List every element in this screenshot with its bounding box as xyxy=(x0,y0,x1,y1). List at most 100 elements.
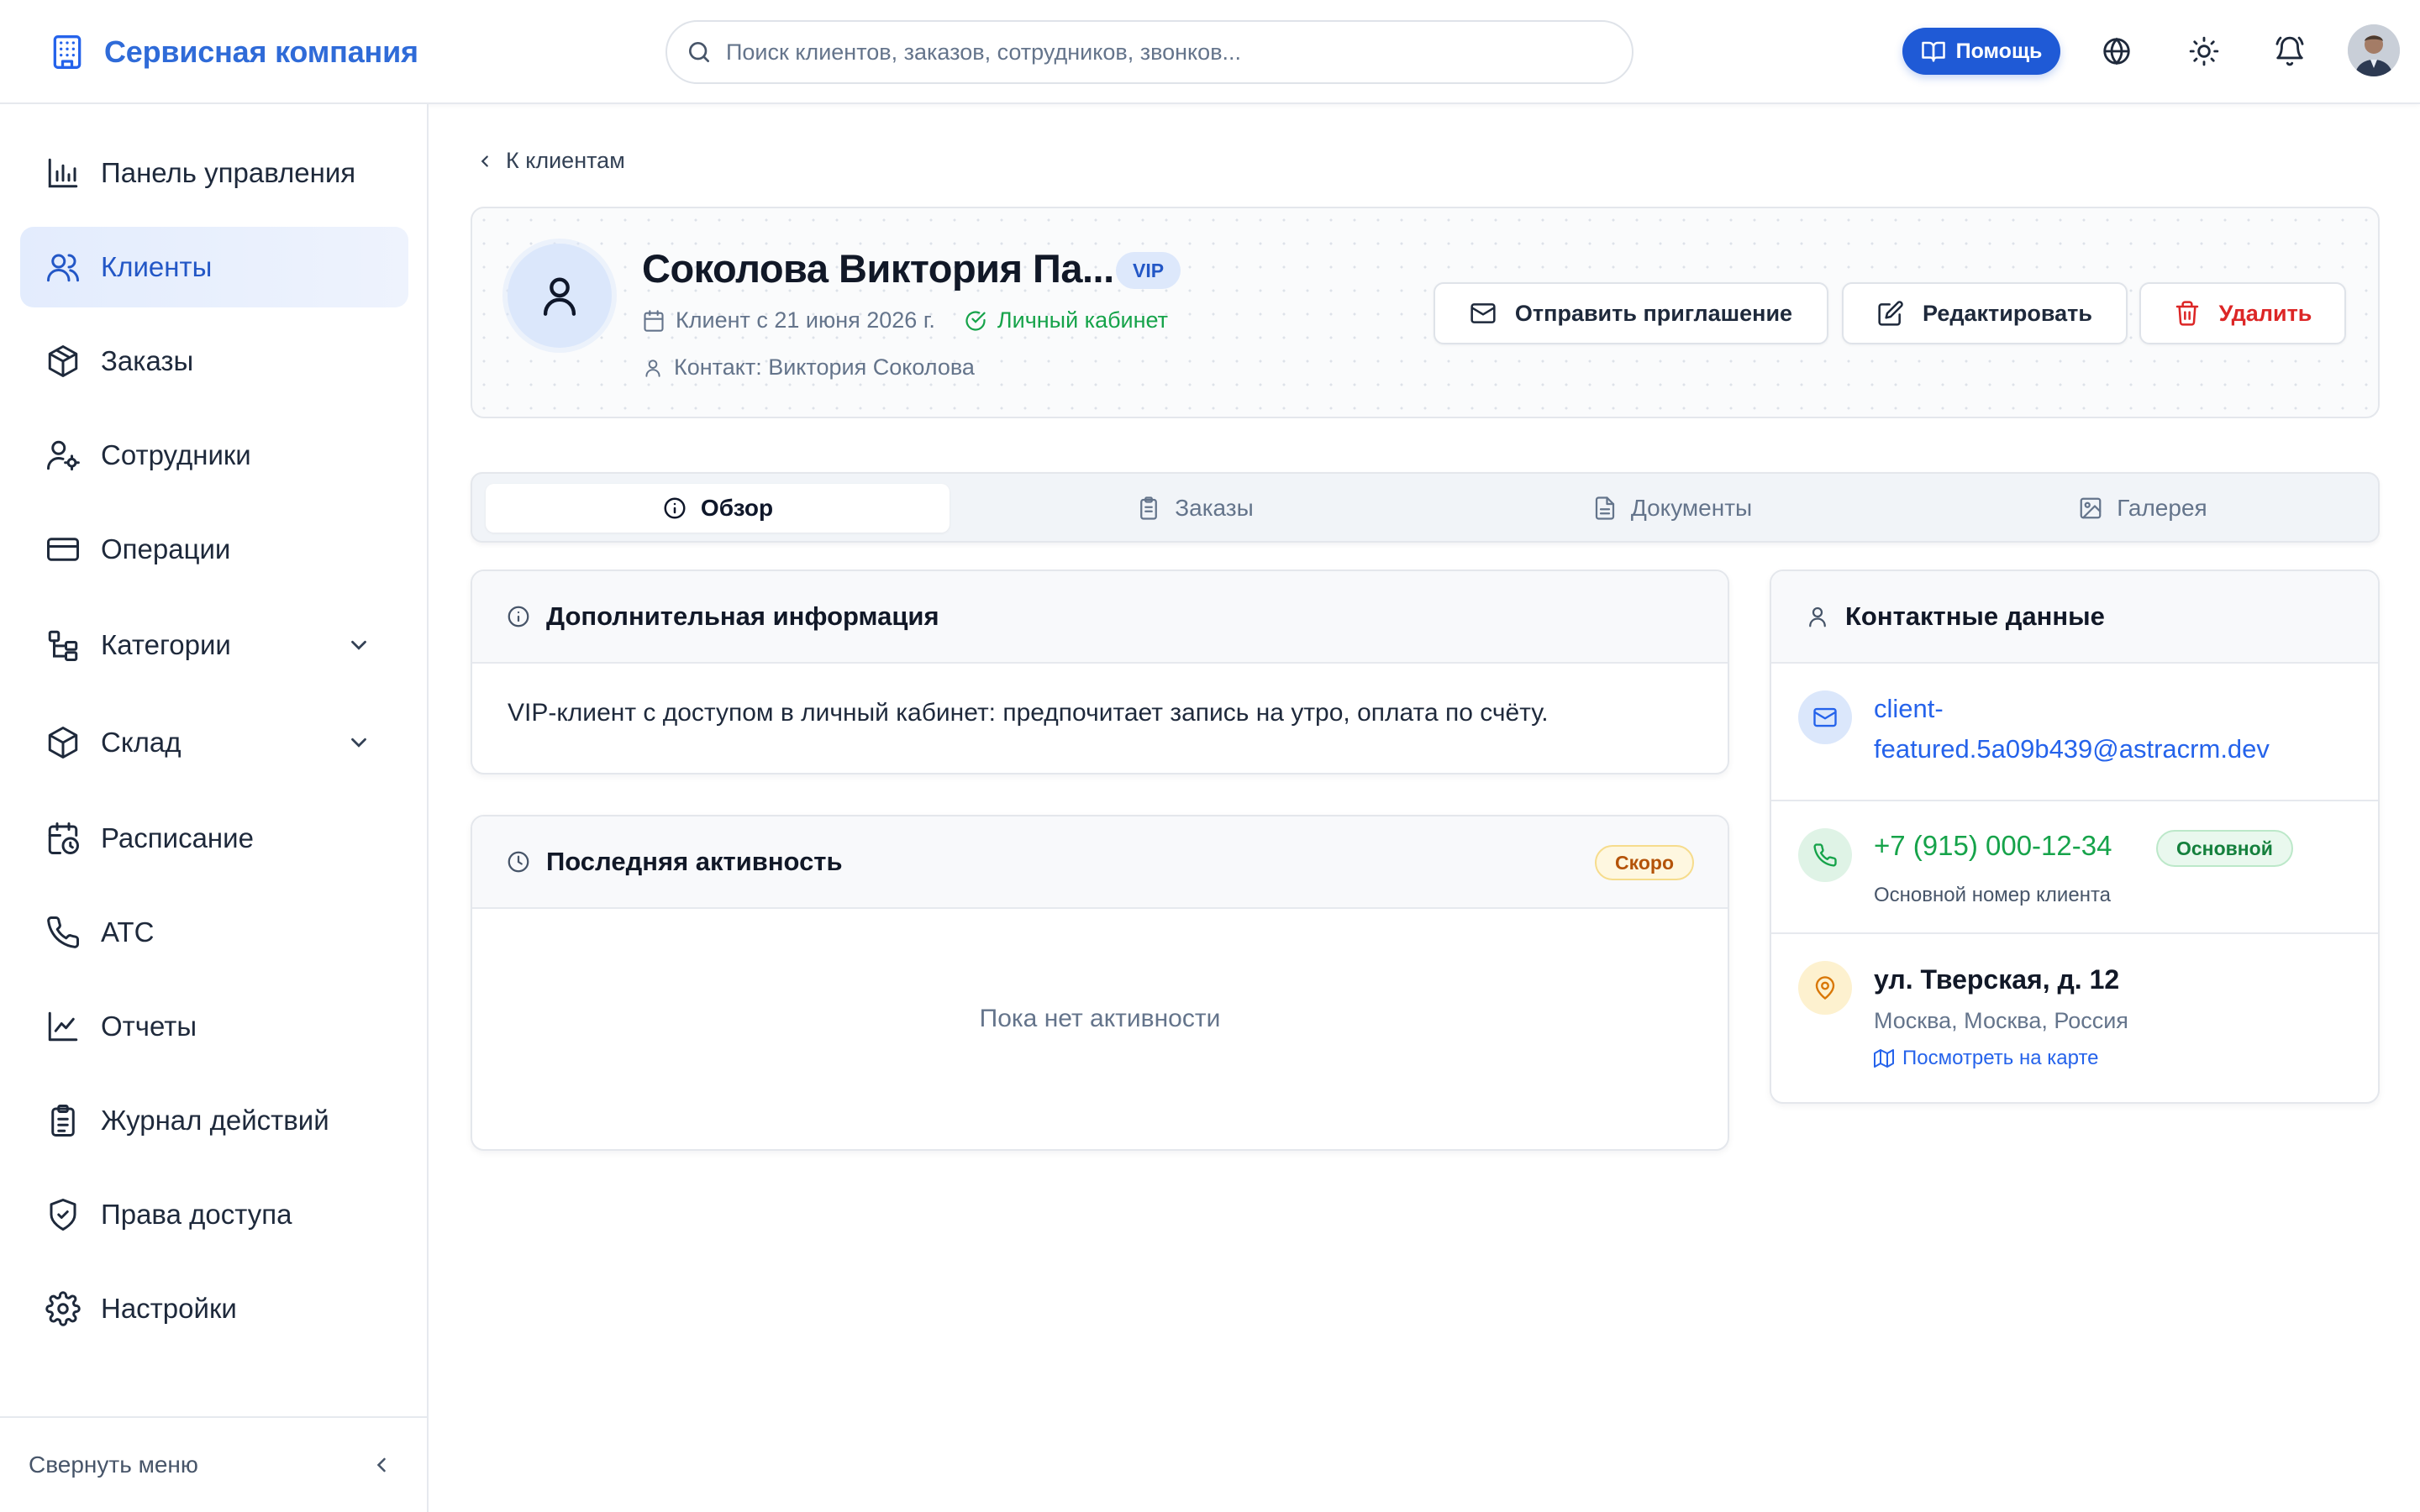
tab-orders[interactable]: Заказы xyxy=(963,484,1427,533)
sidebar-item-label: Сотрудники xyxy=(101,439,251,470)
clock-icon xyxy=(506,849,531,874)
card-header: Последняя активность Скоро xyxy=(472,816,1728,909)
vip-badge: VIP xyxy=(1116,252,1181,289)
chevron-left-icon xyxy=(476,152,494,171)
map-icon xyxy=(1874,1048,1894,1068)
edit-button[interactable]: Редактировать xyxy=(1842,282,2128,344)
clipboard-icon xyxy=(1136,496,1161,521)
sidebar-item-dashboard[interactable]: Панель управления xyxy=(20,133,408,213)
sidebar-item-clients[interactable]: Клиенты xyxy=(20,227,408,307)
calendar-clock-icon xyxy=(45,821,81,856)
card-header: Контактные данные xyxy=(1771,571,2378,664)
image-icon xyxy=(2078,496,2103,521)
delete-button[interactable]: Удалить xyxy=(2139,282,2346,344)
sidebar-item-label: Категории xyxy=(101,629,231,660)
address-row: ул. Тверская, д. 12 Москва, Москва, Росс… xyxy=(1771,932,2378,1102)
sidebar-item-operations[interactable]: Операции xyxy=(20,509,408,590)
tree-icon xyxy=(45,627,81,663)
help-button[interactable]: Помощь xyxy=(1902,28,2060,75)
delete-label: Удалить xyxy=(2218,300,2312,326)
phone-row: +7 (915) 000-12-34 Основной Основной ном… xyxy=(1771,800,2378,932)
sidebar-item-orders[interactable]: Заказы xyxy=(20,321,408,402)
sidebar-item-categories[interactable]: Категории xyxy=(20,605,408,685)
user-avatar[interactable] xyxy=(2348,24,2400,76)
search-input[interactable] xyxy=(726,39,1600,66)
sidebar-item-label: Операции xyxy=(101,533,231,564)
email-row: client- featured.5a09b439@astracrm.dev xyxy=(1771,664,2378,800)
tab-label: Документы xyxy=(1630,495,1753,521)
phone-link[interactable]: +7 (915) 000-12-34 xyxy=(1874,830,2112,862)
bell-ring-icon[interactable] xyxy=(2274,35,2306,67)
sidebar-item-pbx[interactable]: АТС xyxy=(20,892,408,973)
empty-activity-text: Пока нет активности xyxy=(979,1005,1221,1032)
global-search xyxy=(666,20,1634,84)
user-cog-icon xyxy=(45,438,81,473)
client-tabs: Обзор Заказы Документы Галерея xyxy=(471,472,2380,543)
sidebar-item-label: Клиенты xyxy=(101,251,213,282)
gear-icon xyxy=(45,1291,81,1326)
tab-gallery[interactable]: Галерея xyxy=(1918,484,2368,533)
address-city: Москва, Москва, Россия xyxy=(1874,1008,2128,1033)
sidebar-item-permissions[interactable]: Права доступа xyxy=(20,1174,408,1255)
tab-overview[interactable]: Обзор xyxy=(486,484,950,533)
email-line-1: client- xyxy=(1874,694,1944,723)
client-contact-text: Контакт: Виктория Соколова xyxy=(674,354,975,380)
top-header: Сервисная компания Помощь xyxy=(0,0,2420,104)
sidebar-item-employees[interactable]: Сотрудники xyxy=(20,415,408,496)
email-link[interactable]: client- featured.5a09b439@astracrm.dev xyxy=(1874,689,2270,769)
user-icon xyxy=(535,271,584,320)
card-title: Дополнительная информация xyxy=(546,601,939,631)
sidebar-item-reports[interactable]: Отчеты xyxy=(20,986,408,1067)
sidebar-item-label: Права доступа xyxy=(101,1199,292,1230)
tab-label: Галерея xyxy=(2117,495,2207,521)
sidebar-item-schedule[interactable]: Расписание xyxy=(20,798,408,879)
view-on-map-link[interactable]: Посмотреть на карте xyxy=(1874,1047,2099,1070)
app-name: Сервисная компания xyxy=(104,34,418,69)
chevron-down-icon[interactable] xyxy=(346,730,371,755)
mail-icon xyxy=(1798,690,1852,744)
sidebar-item-label: Отчеты xyxy=(101,1011,197,1042)
info-icon xyxy=(506,604,531,629)
tab-documents[interactable]: Документы xyxy=(1440,484,1904,533)
phone-note: Основной номер клиента xyxy=(1874,884,2112,906)
card-header: Дополнительная информация xyxy=(472,571,1728,664)
package-icon xyxy=(45,344,81,379)
card-title: Последняя активность xyxy=(546,847,843,876)
sidebar-item-settings[interactable]: Настройки xyxy=(20,1268,408,1349)
client-meta: Клиент с 21 июня 2026 г. Личный кабинет xyxy=(642,307,1168,333)
clipboard-icon xyxy=(45,1103,81,1138)
back-to-clients-link[interactable]: К клиентам xyxy=(476,148,625,174)
users-icon xyxy=(45,249,81,285)
check-circle-icon xyxy=(964,309,987,333)
chevron-down-icon[interactable] xyxy=(346,633,371,658)
box-icon xyxy=(45,725,81,760)
client-name: Соколова Виктория Па... xyxy=(642,246,1114,291)
sidebar-item-label: Расписание xyxy=(101,822,254,853)
tab-label: Заказы xyxy=(1175,495,1254,521)
edit-label: Редактировать xyxy=(1923,300,2092,326)
info-icon xyxy=(662,496,687,521)
additional-info-card: Дополнительная информация VIP-клиент с д… xyxy=(471,570,1729,774)
send-invite-label: Отправить приглашение xyxy=(1514,300,1793,326)
client-since: Клиент с 21 июня 2026 г. xyxy=(642,307,935,333)
credit-card-icon xyxy=(45,532,81,567)
sidebar-item-audit-log[interactable]: Журнал действий xyxy=(20,1080,408,1161)
collapse-menu-button[interactable]: Свернуть меню xyxy=(0,1416,427,1512)
send-invite-button[interactable]: Отправить приглашение xyxy=(1434,282,1828,344)
trash-icon xyxy=(2174,300,2201,327)
user-icon xyxy=(1805,604,1830,629)
phone-icon xyxy=(45,915,81,950)
building-icon xyxy=(49,32,86,72)
address-text: ул. Тверская, д. 12 xyxy=(1874,964,2120,995)
sidebar-item-warehouse[interactable]: Склад xyxy=(20,702,408,783)
brand[interactable]: Сервисная компания xyxy=(49,32,418,72)
bar-chart-icon xyxy=(45,155,81,191)
sidebar-item-label: Журнал действий xyxy=(101,1105,329,1136)
client-profile-card: Соколова Виктория Па... VIP Клиент с 21 … xyxy=(471,207,2380,418)
globe-icon[interactable] xyxy=(2101,35,2133,67)
client-avatar xyxy=(508,244,612,348)
contact-data-card: Контактные данные client- featured.5a09b… xyxy=(1770,570,2380,1104)
sun-icon[interactable] xyxy=(2188,35,2220,67)
shield-icon xyxy=(45,1197,81,1232)
sidebar-item-label: Склад xyxy=(101,727,182,758)
